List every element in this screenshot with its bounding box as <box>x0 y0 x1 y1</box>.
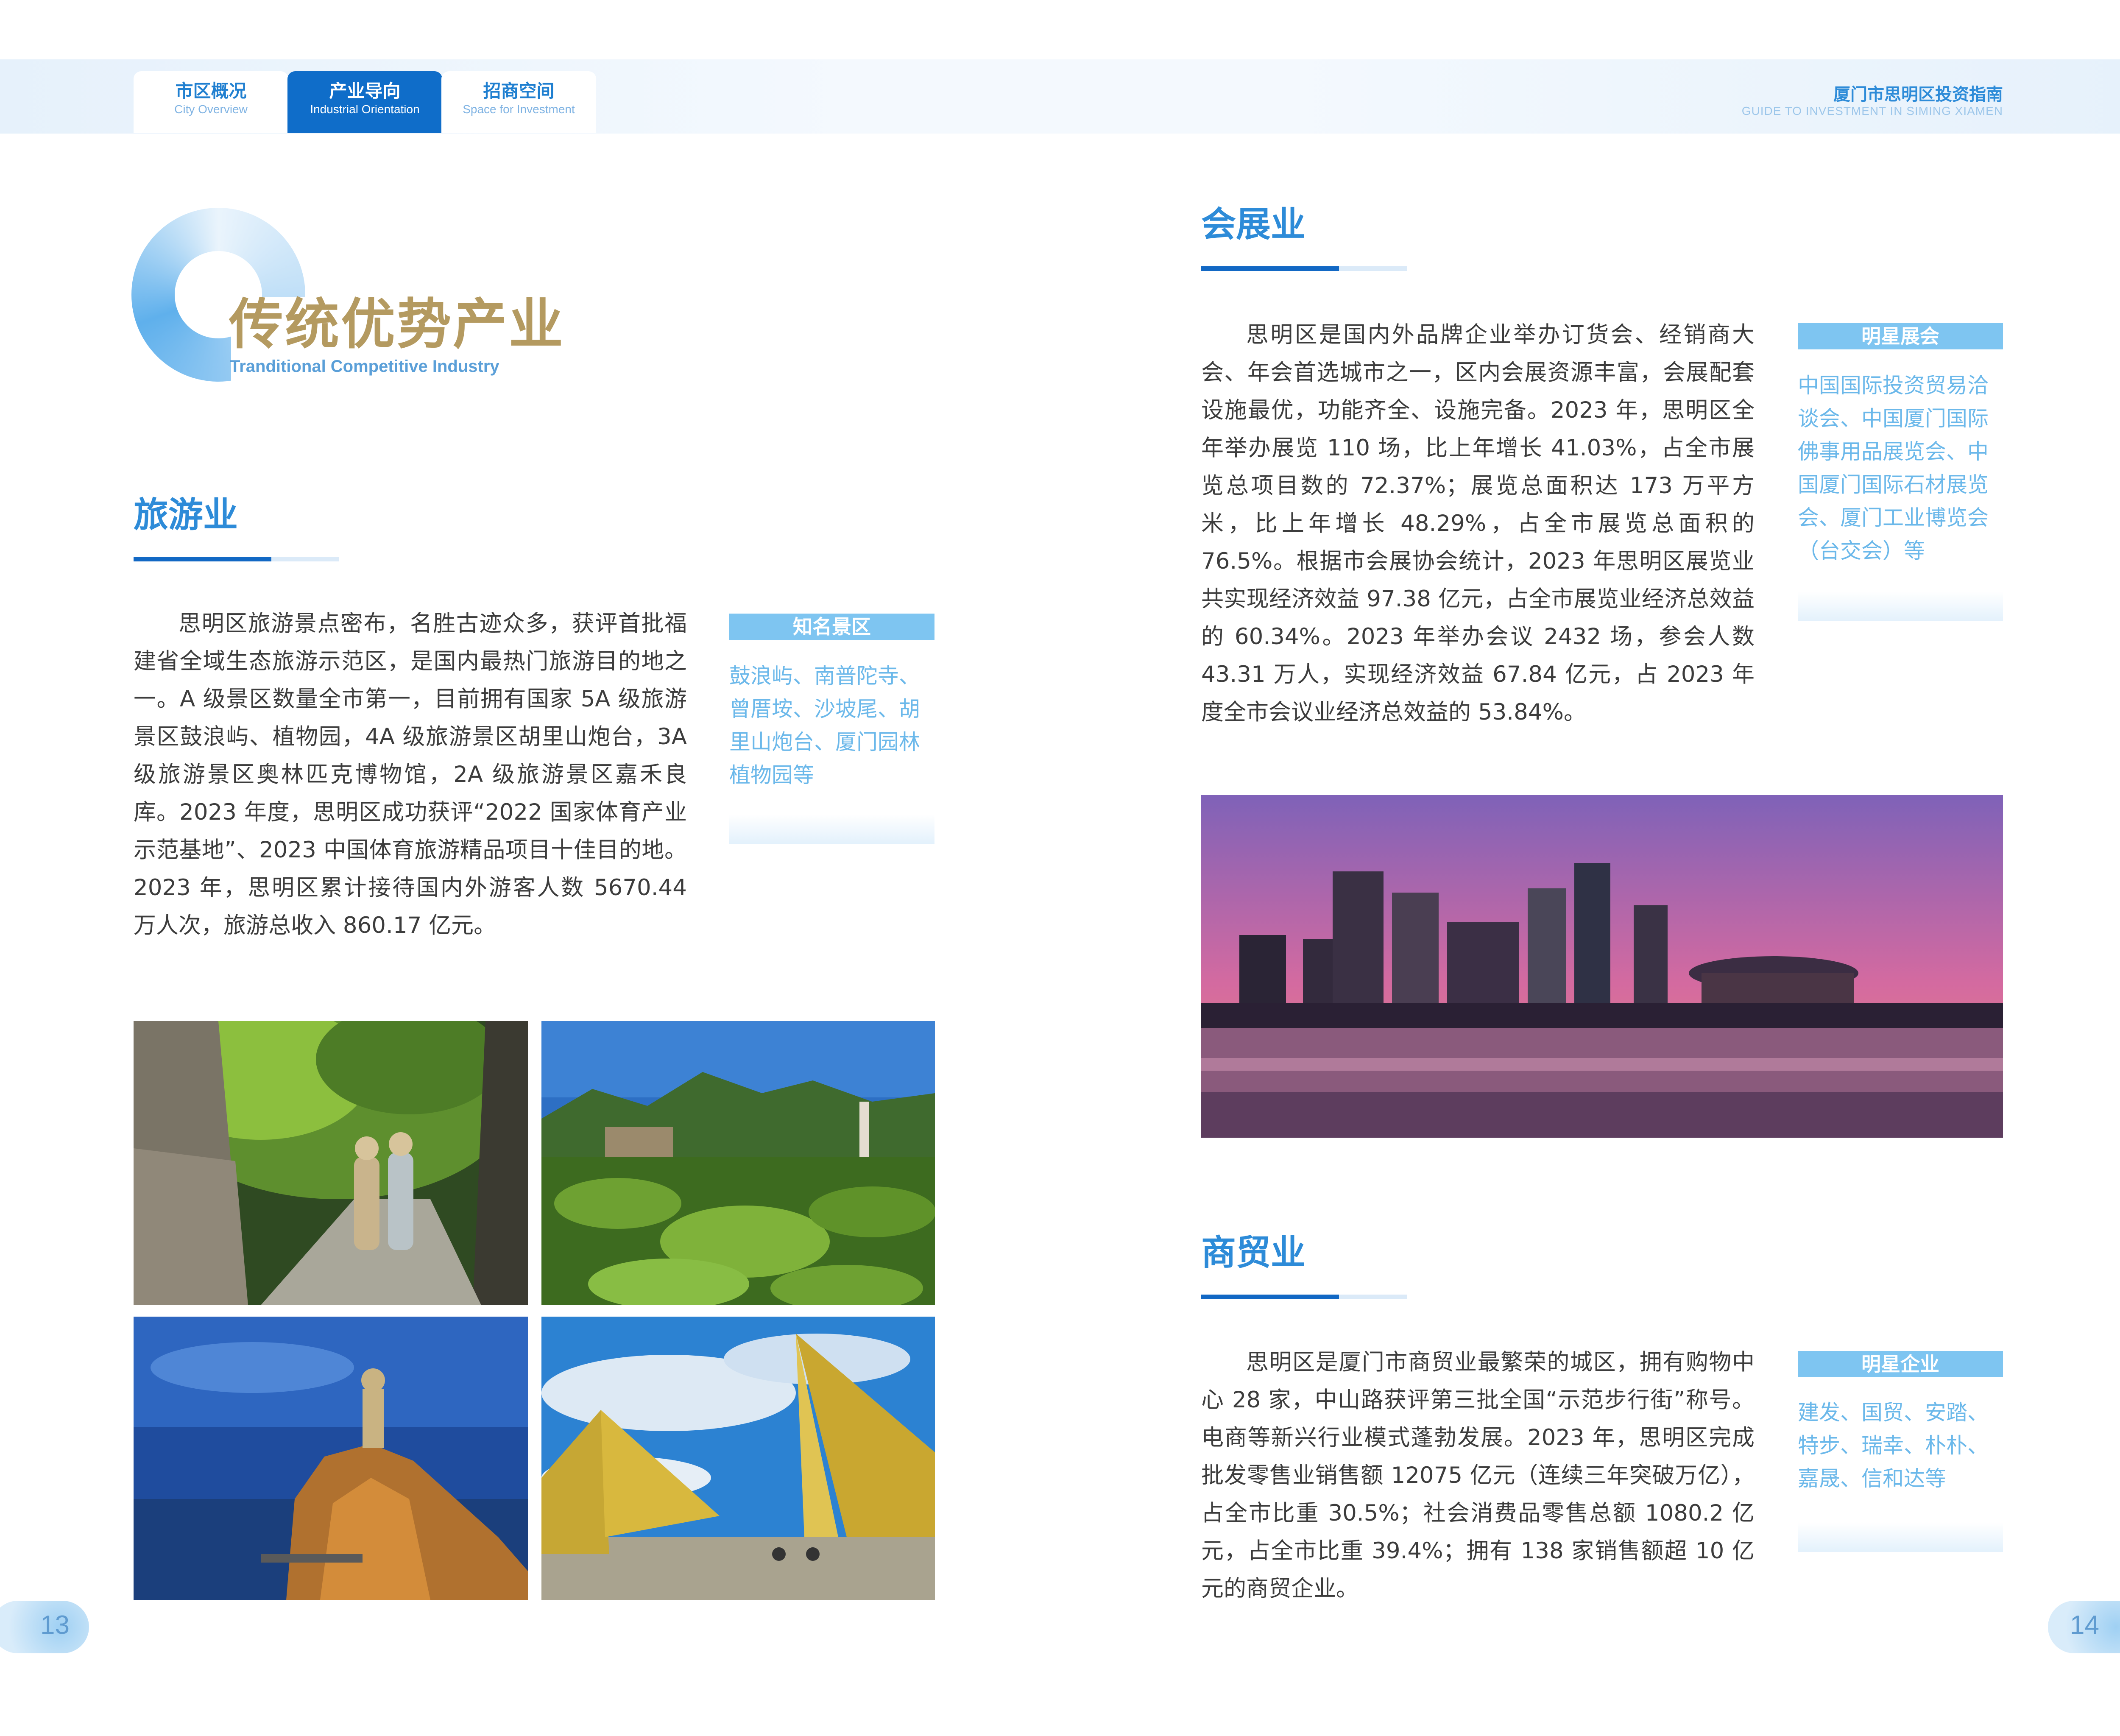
tourism-heading: 旅游业 <box>134 495 238 535</box>
heading-underline-light <box>271 557 339 561</box>
photo-sail-canopies-beach <box>541 1317 935 1600</box>
heading-underline <box>134 557 271 561</box>
exhibition-tag: 明星展会 <box>1798 323 2003 349</box>
exhibition-tag-text: 中国国际投资贸易洽谈会、中国厦门国际佛事用品展览会、中国厦门国际石材展览会、厦门… <box>1798 373 1989 563</box>
photo-alley-walkers <box>134 1021 528 1305</box>
commerce-body: 思明区是厦门市商贸业最繁荣的城区，拥有购物中心 28 家，中山路获评第三批全国“… <box>1201 1349 1755 1602</box>
tab-space-for-investment[interactable]: 招商空间 Space for Investment <box>441 71 596 133</box>
tab-label: 招商空间 <box>483 81 555 101</box>
tab-industrial-orientation[interactable]: 产业导向 Industrial Orientation <box>287 71 442 133</box>
tab-label: 市区概况 <box>175 81 247 101</box>
exhibition-body: 思明区是国内外品牌企业举办订货会、经销商大会、年会首选城市之一，区内会展资源丰富… <box>1201 322 1755 725</box>
exhibition-heading: 会展业 <box>1201 204 1306 245</box>
tab-sublabel: Industrial Orientation <box>310 103 420 116</box>
commerce-tag-text: 建发、国贸、安踏、特步、瑞幸、朴朴、嘉晟、信和达等 <box>1798 1400 1989 1491</box>
tourism-tag: 知名景区 <box>729 614 934 640</box>
photo-statue-rock-seaside <box>134 1317 528 1600</box>
page-number-right: 14 <box>2048 1601 2120 1653</box>
tab-sublabel: City Overview <box>174 103 248 116</box>
page-number-text: 13 <box>40 1610 70 1640</box>
section-title: 传统优势产业 <box>229 293 565 356</box>
tag-footer-fade <box>1798 1522 2003 1552</box>
tourism-body: 思明区旅游景点密布，名胜古迹众多，获评首批福建省全域生态旅游示范区，是国内最热门… <box>134 611 687 938</box>
heading-underline-light <box>1339 1295 1407 1299</box>
page-number-left: 13 <box>0 1601 89 1653</box>
tab-sublabel: Space for Investment <box>463 103 575 116</box>
section-subtitle: Tranditional Competitive Industry <box>230 357 499 376</box>
heading-underline <box>1201 1295 1339 1299</box>
commerce-tag: 明星企业 <box>1798 1351 2003 1377</box>
guide-subtitle: GUIDE TO INVESTMENT IN SIMING XIAMEN <box>1741 104 2003 117</box>
guide-title: 厦门市思明区投资指南 <box>1833 85 2003 104</box>
tourism-tag-text: 鼓浪屿、南普陀寺、曾厝垵、沙坡尾、胡里山炮台、厦门园林植物园等 <box>729 664 920 787</box>
heading-underline-light <box>1339 266 1407 271</box>
tag-footer-fade <box>729 814 934 844</box>
tab-city-overview[interactable]: 市区概况 City Overview <box>134 71 288 133</box>
commerce-heading: 商贸业 <box>1201 1233 1306 1273</box>
tag-footer-fade <box>1798 592 2003 621</box>
heading-underline <box>1201 266 1339 271</box>
tab-label: 产业导向 <box>329 81 401 101</box>
photo-city-skyline-dusk <box>1201 795 2003 1138</box>
page-number-text: 14 <box>2070 1610 2099 1640</box>
photo-lotus-pond-pagoda <box>541 1021 935 1305</box>
